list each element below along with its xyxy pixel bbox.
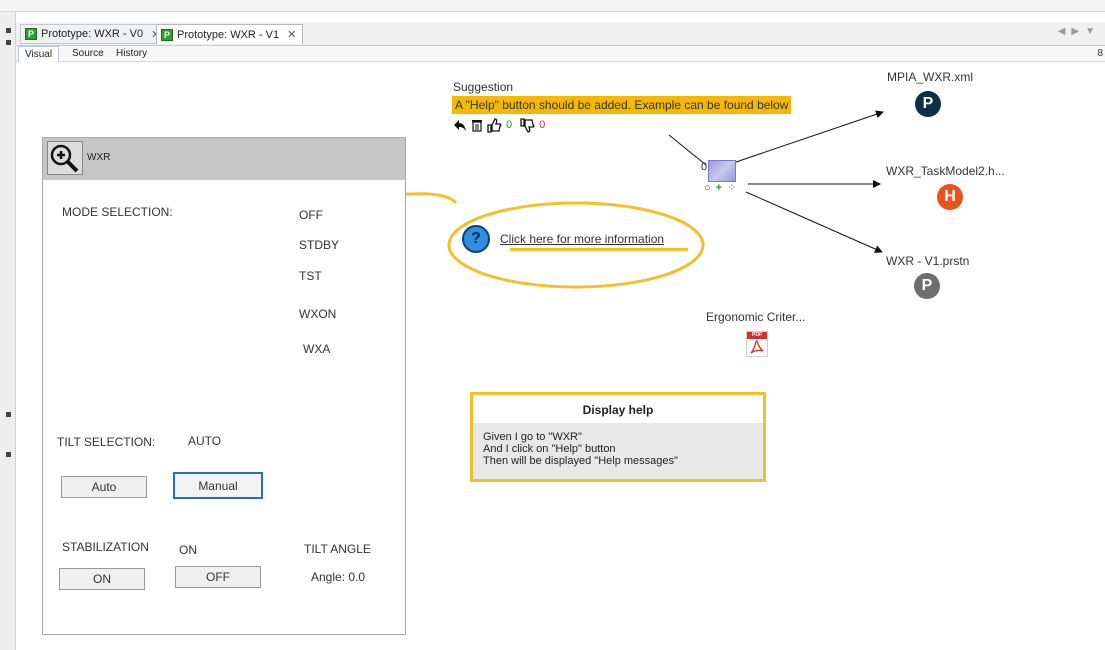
help-underline-annotation — [510, 248, 688, 251]
stabilization-off-button[interactable]: OFF — [175, 566, 261, 588]
display-help-box: Display help Given I go to "WXR" And I c… — [470, 392, 766, 482]
display-help-line: And I click on "Help" button — [483, 443, 616, 455]
hub-controls: ○ + ⁘ — [704, 181, 736, 195]
display-help-line: Then will be displayed "Help messages" — [483, 455, 678, 467]
edge-to-prstn — [745, 191, 883, 253]
display-help-body: Given I go to "WXR" And I click on "Help… — [473, 423, 763, 479]
tilt-selection-value: AUTO — [188, 434, 222, 448]
thumbs-down-icon[interactable] — [520, 117, 535, 133]
hub-node-icon[interactable] — [708, 160, 736, 182]
thumbs-up-icon[interactable] — [487, 117, 502, 133]
tilt-selection-label: TILT SELECTION: — [57, 435, 156, 449]
mode-selection-label: MODE SELECTION: — [62, 205, 173, 219]
mode-option-wxa[interactable]: WXA — [303, 342, 330, 356]
add-icon[interactable]: + — [716, 182, 722, 194]
help-icon[interactable]: ? — [462, 225, 490, 253]
like-count: 0 — [506, 119, 513, 131]
stabilization-label: STABILIZATION — [62, 540, 149, 554]
presentation-node-icon[interactable]: P — [914, 273, 940, 299]
manual-button[interactable]: Manual — [173, 472, 263, 499]
mode-option-stdby[interactable]: STDBY — [299, 238, 339, 252]
node-label-mpia[interactable]: MPIA_WXR.xml — [887, 70, 973, 84]
node-label-prstn[interactable]: WXR - V1.prstn — [886, 254, 969, 268]
reply-icon[interactable] — [453, 118, 467, 132]
acrobat-icon — [750, 340, 764, 354]
tilt-angle-value: Angle: 0.0 — [311, 570, 366, 584]
stabilization-value: ON — [179, 543, 197, 557]
prototype-node-icon[interactable]: P — [915, 91, 941, 117]
zoom-in-button[interactable] — [47, 141, 83, 175]
tilt-angle-label: TILT ANGLE — [304, 542, 371, 556]
mode-option-wxon[interactable]: WXON — [299, 307, 336, 321]
auto-button[interactable]: Auto — [61, 476, 147, 498]
pdf-badge: PDF — [747, 332, 767, 339]
suggestion-text: A "Help" button should be added. Example… — [452, 96, 792, 114]
mode-option-tst[interactable]: TST — [299, 269, 322, 283]
stabilization-on-button[interactable]: ON — [59, 568, 145, 590]
wxr-header: WXR — [43, 138, 405, 180]
node-label-taskmodel[interactable]: WXR_TaskModel2.h... — [886, 164, 1005, 178]
edge-to-mpia — [735, 110, 884, 163]
expand-icon[interactable]: ⁘ — [727, 181, 736, 194]
dislike-count: 0 — [539, 119, 546, 131]
wxr-title: WXR — [87, 152, 111, 163]
hamsters-node-icon[interactable]: H — [937, 184, 963, 210]
help-link-text[interactable]: Click here for more information — [500, 232, 664, 246]
hub-count: 0 — [701, 161, 708, 173]
node-label-ergonomic[interactable]: Ergonomic Criter... — [706, 310, 805, 324]
zoom-in-icon — [50, 144, 79, 173]
circle-icon[interactable]: ○ — [704, 182, 711, 194]
trash-icon[interactable] — [471, 118, 483, 132]
suggestion-title: Suggestion — [453, 80, 514, 94]
mode-option-off[interactable]: OFF — [299, 208, 323, 222]
pdf-icon[interactable]: PDF — [746, 331, 768, 357]
display-help-line: Given I go to "WXR" — [483, 431, 582, 443]
suggestion-actions: 0 0 — [453, 116, 545, 134]
display-help-title: Display help — [582, 403, 654, 417]
wxr-mockup-panel: WXR MODE SELECTION: OFF STDBY TST WXON W… — [42, 137, 406, 635]
